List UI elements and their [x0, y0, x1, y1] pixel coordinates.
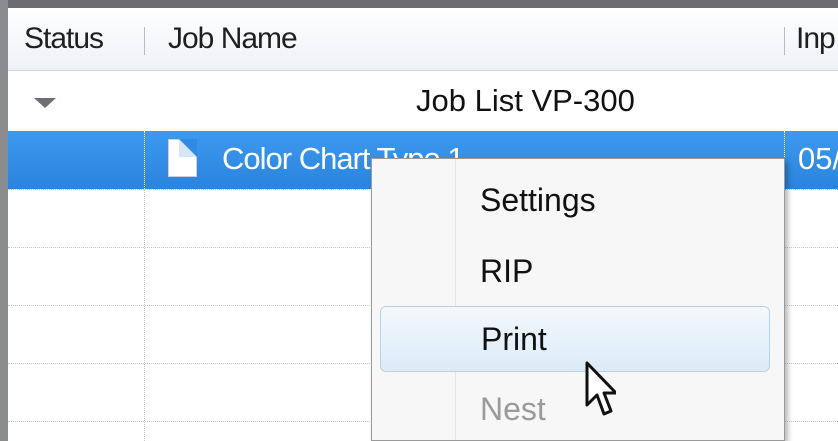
rip-menu-label: RIP: [480, 253, 534, 289]
window-left-border: [0, 0, 8, 441]
print-menu-item[interactable]: Print: [380, 306, 770, 372]
status-column-grid-line: [144, 189, 145, 441]
settings-menu-label: Settings: [480, 182, 596, 218]
jobname-input-divider[interactable]: [784, 27, 785, 55]
mouse-pointer-icon: [585, 361, 616, 416]
window-top-border: [0, 0, 838, 8]
nest-menu-label: Nest: [480, 391, 546, 427]
rip-menu-item[interactable]: RIP: [372, 242, 784, 298]
input-date-cell: 05/: [798, 141, 838, 176]
nest-menu-item: Nest: [372, 380, 784, 436]
triangle-down-icon[interactable]: [34, 98, 56, 108]
document-icon: [168, 139, 197, 177]
status-jobname-divider[interactable]: [144, 27, 145, 55]
selected-row-grid-line: [144, 131, 145, 189]
input-column-header[interactable]: Inp: [796, 8, 838, 70]
job-context-menu[interactable]: Settings RIP Print Nest: [371, 158, 785, 441]
job-group-row[interactable]: Job List VP-300: [8, 71, 838, 131]
print-menu-label: Print: [481, 321, 547, 357]
job-name-column-header[interactable]: Job Name: [168, 8, 768, 70]
job-group-title: Job List VP-300: [416, 83, 635, 118]
status-column-header[interactable]: Status: [24, 8, 144, 70]
table-header: Status Job Name Inp: [8, 8, 838, 71]
settings-menu-item[interactable]: Settings: [372, 171, 784, 227]
application-screen: Status Job Name Inp Job List VP-300 Colo…: [0, 0, 838, 441]
